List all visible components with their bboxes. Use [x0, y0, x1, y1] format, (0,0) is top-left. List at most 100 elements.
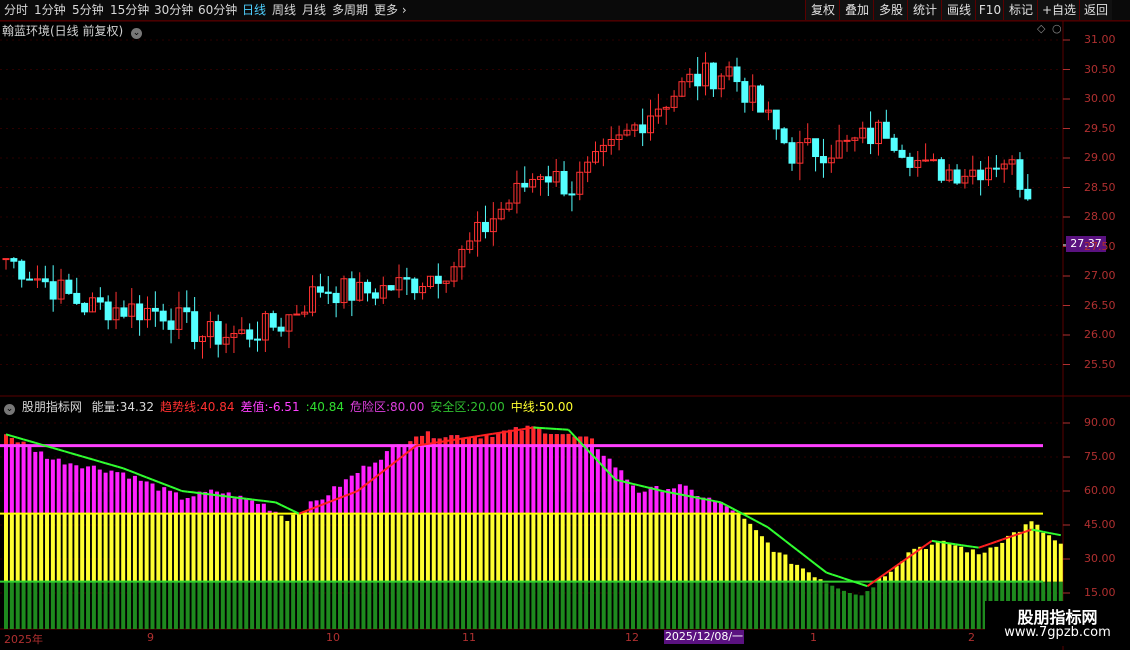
- indicator-tick: 90.00: [1084, 416, 1116, 429]
- trend-line-segment: [462, 436, 470, 440]
- energy-bar-mid: [420, 513, 425, 582]
- energy-bar-low: [472, 581, 477, 629]
- trend-line-segment: [767, 526, 775, 533]
- energy-bar-high: [56, 458, 61, 514]
- energy-bar-low: [238, 581, 243, 629]
- energy-bar-high: [677, 484, 682, 514]
- energy-bar-low: [220, 581, 225, 629]
- energy-bar-low: [748, 581, 753, 629]
- candle-body: [214, 321, 222, 345]
- trend-line-segment: [778, 535, 786, 542]
- energy-bar-mid: [220, 513, 225, 582]
- energy-bar-low: [420, 581, 425, 629]
- energy-bar-low: [572, 581, 577, 629]
- trend-line-segment: [656, 488, 663, 492]
- trend-line-segment: [644, 485, 651, 490]
- energy-bar-high: [373, 462, 378, 514]
- energy-bar-mid: [115, 513, 120, 582]
- energy-bar-mid: [548, 513, 553, 582]
- energy-bar-low: [906, 581, 911, 629]
- trend-line-segment: [679, 493, 686, 497]
- energy-bar-low: [584, 581, 589, 629]
- energy-bar-high: [156, 490, 161, 514]
- energy-bar-low: [718, 581, 723, 629]
- energy-bar-low: [285, 581, 290, 629]
- energy-bar-high: [379, 459, 384, 514]
- energy-bar-mid: [443, 513, 448, 582]
- energy-bar-mid: [361, 513, 366, 582]
- indicator-tick: 60.00: [1084, 484, 1116, 497]
- x-tick: 10: [326, 631, 340, 644]
- energy-bar-low: [941, 581, 946, 629]
- trend-line-segment: [140, 474, 148, 479]
- energy-bar-mid: [789, 563, 794, 582]
- trend-line-segment: [275, 501, 282, 507]
- trend-line-segment: [755, 520, 763, 526]
- energy-bar-low: [724, 581, 729, 629]
- energy-bar-low: [308, 581, 313, 629]
- energy-bar-low: [619, 581, 624, 629]
- trend-line-segment: [257, 499, 264, 502]
- energy-bar-high: [150, 483, 155, 514]
- energy-bar-mid: [660, 513, 665, 582]
- energy-bar-low: [965, 581, 970, 629]
- energy-bar-mid: [631, 513, 636, 582]
- energy-bar-high: [86, 466, 91, 514]
- energy-bar-low: [677, 581, 682, 629]
- energy-bar-low: [384, 581, 389, 629]
- chevron-down-icon[interactable]: ⌄: [4, 404, 15, 415]
- energy-bar-mid: [314, 513, 319, 582]
- candle-body: [120, 307, 128, 317]
- energy-bar-low: [144, 581, 149, 629]
- energy-bar-low: [121, 581, 126, 629]
- energy-bar-mid: [929, 544, 934, 582]
- energy-bar-mid: [232, 513, 237, 582]
- energy-bar-mid: [1047, 535, 1052, 582]
- energy-bar-mid: [408, 513, 413, 582]
- energy-bar-high: [619, 470, 624, 514]
- candle-body: [316, 286, 324, 293]
- energy-bar-mid: [209, 513, 214, 582]
- energy-bar-high: [355, 473, 360, 514]
- legend-item-3: :40.84: [305, 400, 344, 414]
- trend-line-segment: [117, 465, 124, 470]
- energy-bar-low: [214, 581, 219, 629]
- energy-bar-low: [244, 581, 249, 629]
- energy-bar-low: [578, 581, 583, 629]
- price-tick: 31.00: [1084, 33, 1116, 46]
- trend-line-segment: [1031, 528, 1038, 532]
- candle-body: [521, 182, 529, 188]
- energy-bar-low: [490, 581, 495, 629]
- energy-bar-high: [443, 437, 448, 514]
- energy-bar-high: [713, 501, 718, 514]
- energy-bar-mid: [121, 513, 126, 582]
- energy-bar-low: [402, 581, 407, 629]
- energy-bar-mid: [806, 572, 811, 582]
- energy-bar-mid: [197, 513, 202, 582]
- candlestick-chart[interactable]: [0, 0, 1130, 650]
- watermark: 股朋指标网 www.7gpzb.com: [985, 601, 1130, 646]
- trend-line-segment: [796, 549, 804, 556]
- energy-bar-high: [80, 468, 85, 514]
- trend-line-segment: [152, 478, 159, 483]
- trend-line-segment: [99, 460, 106, 465]
- energy-bar-low: [443, 581, 448, 629]
- energy-bar-high: [138, 480, 143, 514]
- energy-bar-low: [21, 581, 26, 629]
- energy-bar-low: [179, 581, 184, 629]
- energy-bar-mid: [162, 513, 167, 582]
- energy-bar-high: [45, 458, 50, 514]
- candle-body: [41, 278, 49, 283]
- energy-bar-mid: [531, 513, 536, 582]
- energy-bar-danger: [531, 426, 536, 446]
- energy-bar-low: [566, 581, 571, 629]
- energy-bar-low: [232, 581, 237, 629]
- indicator-tick: 75.00: [1084, 450, 1116, 463]
- energy-bar-mid: [33, 513, 38, 582]
- candle-body: [293, 313, 301, 316]
- energy-bar-mid: [736, 513, 741, 582]
- energy-bar-high: [361, 465, 366, 514]
- candle-body: [269, 313, 277, 328]
- energy-bar-mid: [297, 513, 301, 582]
- energy-bar-mid: [759, 536, 764, 582]
